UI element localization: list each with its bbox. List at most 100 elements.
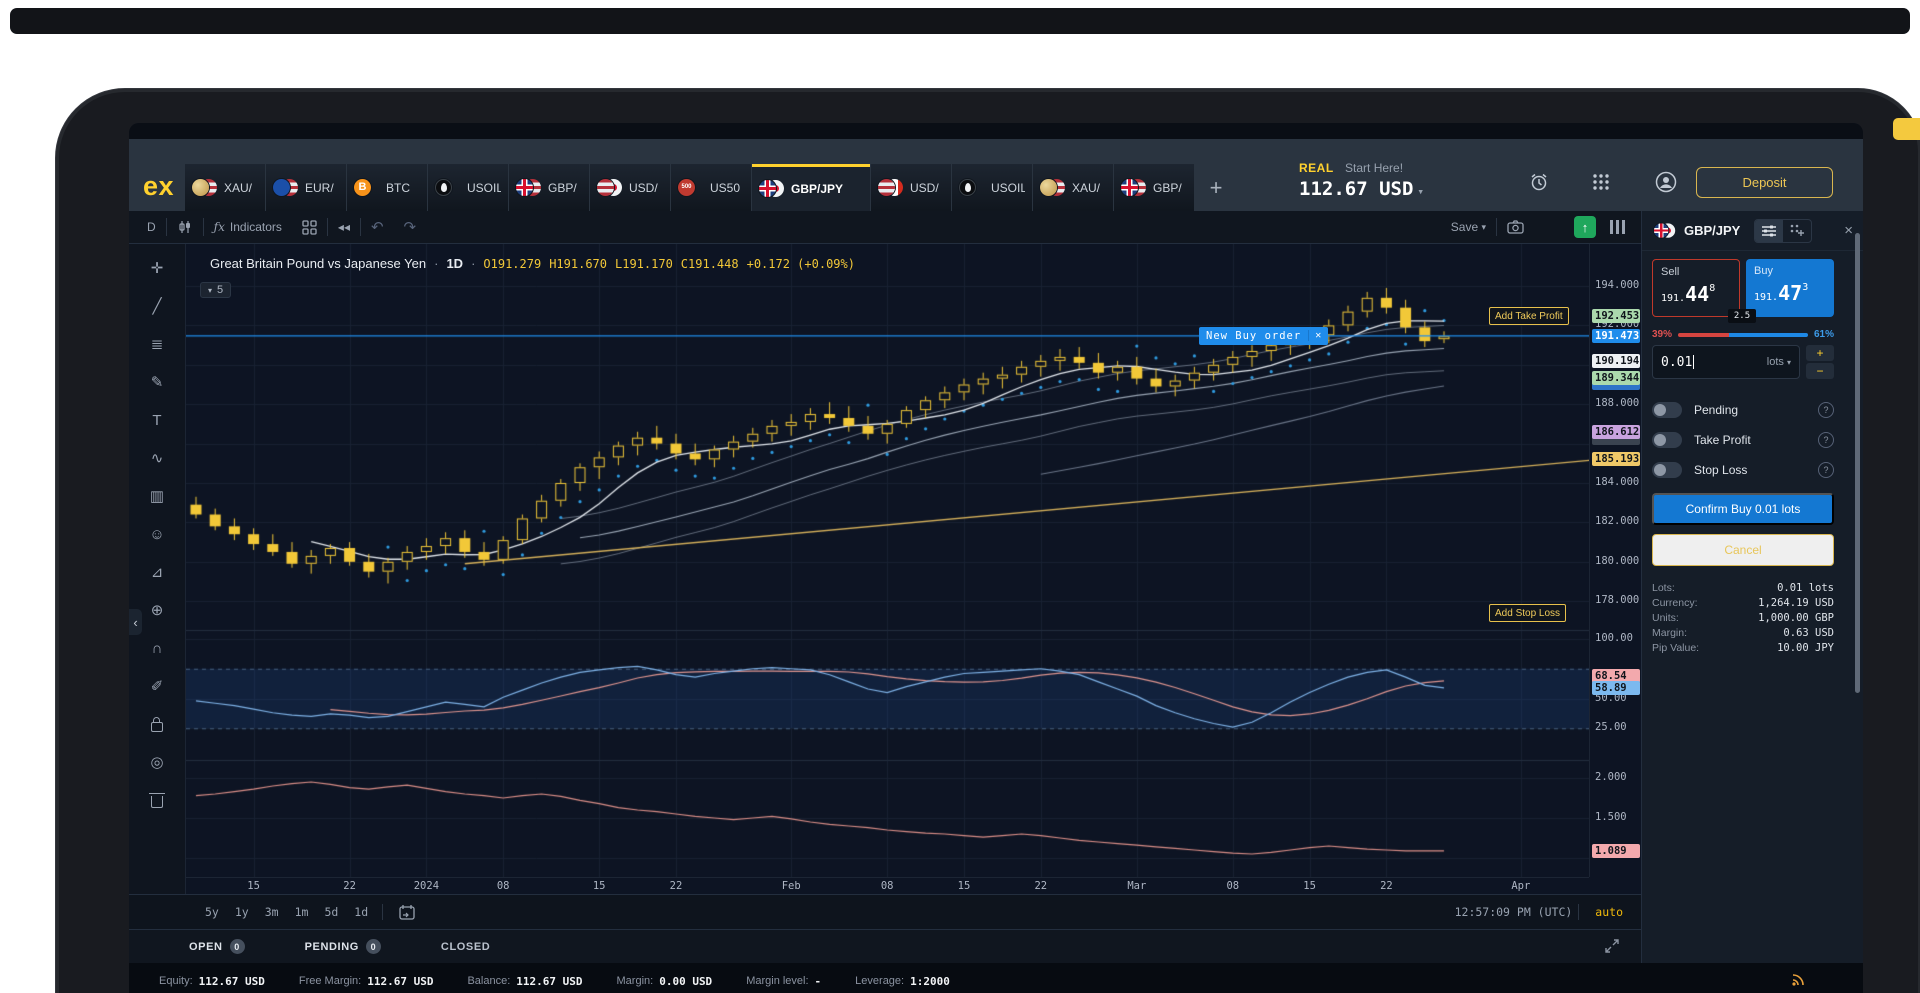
take-profit-toggle[interactable] — [1652, 432, 1682, 448]
status-value: 112.67 USD — [367, 975, 433, 988]
profile-icon[interactable] — [1653, 169, 1679, 195]
hide-icon[interactable]: ◎ — [143, 748, 171, 776]
range-3m[interactable]: 3m — [257, 905, 287, 919]
time-axis[interactable]: 15222024081522Feb081522Mar081522Apr — [186, 877, 1589, 894]
sentiment-row: 39% 61% — [1652, 329, 1834, 340]
volume-input[interactable]: 0.01 lots ▾ — [1652, 345, 1800, 379]
fib-retracement-icon[interactable]: ≣ — [143, 330, 171, 358]
pending-toggle[interactable] — [1652, 402, 1682, 418]
positions-tab-pending[interactable]: PENDING0 — [305, 939, 381, 954]
expand-icon[interactable] — [1605, 939, 1619, 953]
replay-icon[interactable]: ◂◂ — [328, 211, 360, 243]
indicators-button[interactable]: ƒx Indicators — [204, 211, 292, 243]
price-axis-label: 25.00 — [1595, 721, 1627, 733]
text-icon[interactable]: T — [143, 406, 171, 434]
delete-tool-shape — [151, 796, 163, 808]
one-click-trading-icon[interactable] — [1783, 220, 1811, 242]
instrument-tab-USD[interactable]: USD/ — [871, 164, 951, 211]
instrument-tab-XAU[interactable]: XAU/ — [1033, 164, 1113, 211]
crosshair-icon[interactable]: ✛ — [143, 254, 171, 282]
close-panel-icon[interactable]: × — [1844, 222, 1853, 239]
forecast-icon[interactable]: ▥ — [143, 482, 171, 510]
new-buy-order-tag[interactable]: New Buy order ✕ — [1199, 327, 1328, 345]
range-1y[interactable]: 1y — [227, 905, 257, 919]
cancel-button[interactable]: Cancel — [1652, 534, 1834, 566]
order-settings-icon[interactable] — [1755, 220, 1783, 242]
account-selector[interactable]: REAL Start Here! 112.67 USD▾ — [1299, 161, 1424, 200]
range-1d[interactable]: 1d — [346, 905, 376, 919]
delete-icon[interactable] — [143, 786, 171, 814]
buy-button[interactable]: Buy 191.473 — [1746, 259, 1834, 317]
add-take-profit-tag[interactable]: Add Take Profit — [1489, 307, 1569, 325]
tab-label: USOIL — [991, 181, 1025, 195]
magnet-icon[interactable]: ∩ — [143, 634, 171, 662]
auto-scale-label[interactable]: auto — [1595, 905, 1623, 919]
volume-increase-button[interactable]: + — [1806, 345, 1834, 361]
tab-label: GBP/JPY — [791, 182, 843, 196]
instrument-tab-BTC[interactable]: BBTC — [347, 164, 427, 211]
help-icon[interactable]: ? — [1818, 462, 1834, 478]
instrument-tab-GBP[interactable]: GBP/ — [509, 164, 589, 211]
positions-tab-closed[interactable]: CLOSED — [441, 941, 490, 953]
trendline-icon[interactable]: ╱ — [143, 292, 171, 320]
help-icon[interactable]: ? — [1818, 402, 1834, 418]
instrument-tab-GBPJPY[interactable]: GBP/JPY — [752, 164, 870, 211]
deposit-button[interactable]: Deposit — [1696, 167, 1833, 198]
range-1m[interactable]: 1m — [287, 905, 317, 919]
multichart-icon[interactable] — [292, 211, 327, 243]
indicators-collapse-chip[interactable]: ▾ 5 — [200, 282, 231, 298]
instrument-tab-XAU[interactable]: XAU/ — [185, 164, 265, 211]
help-icon[interactable]: ? — [1818, 432, 1834, 448]
ohlc-low: L191.170 — [615, 257, 673, 271]
volume-unit-dropdown[interactable]: lots ▾ — [1767, 356, 1791, 368]
emoji-icon[interactable]: ☺ — [143, 520, 171, 548]
panels-icon[interactable] — [1610, 220, 1625, 234]
order-details: Lots:0.01 lotsCurrency:1,264.19 USDUnits… — [1652, 581, 1834, 656]
timeframe-button[interactable]: D — [137, 211, 166, 243]
add-stop-loss-tag[interactable]: Add Stop Loss — [1489, 604, 1566, 622]
instrument-tab-GBP[interactable]: GBP/ — [1114, 164, 1194, 211]
instrument-tab-USOIL[interactable]: USOIL — [952, 164, 1032, 211]
instrument-tab-USOIL[interactable]: USOIL — [428, 164, 508, 211]
alarm-icon[interactable] — [1526, 169, 1552, 195]
volume-decrease-button[interactable]: − — [1806, 363, 1834, 379]
pattern-icon[interactable]: ∿ — [143, 444, 171, 472]
positions-tabs: OPEN0 PENDING0 CLOSED — [129, 939, 490, 954]
stop-loss-toggle[interactable] — [1652, 462, 1682, 478]
instrument-pair-icon: 500 — [678, 177, 704, 199]
apps-grid-icon[interactable] — [1588, 169, 1614, 195]
sell-button[interactable]: Sell 191.448 — [1652, 259, 1740, 317]
status-free-margin-: Free Margin:112.67 USD — [299, 966, 434, 993]
tab-label: USD/ — [910, 181, 939, 195]
confirm-buy-button[interactable]: Confirm Buy 0.01 lots — [1652, 493, 1834, 525]
text-cursor — [1693, 355, 1694, 369]
brush-icon[interactable]: ✎ — [143, 368, 171, 396]
clock-label[interactable]: 12:57:09 PM (UTC) — [1455, 905, 1573, 919]
sidebar-collapse-arrow[interactable]: ‹ — [129, 609, 142, 635]
instrument-tab-EUR[interactable]: EUR/ — [266, 164, 346, 211]
cropped-ui-fragment — [1893, 118, 1920, 140]
price-axis[interactable]: 194.000192.000188.000184.000182.000180.0… — [1589, 244, 1641, 877]
range-5y[interactable]: 5y — [197, 905, 227, 919]
camera-icon[interactable] — [1497, 220, 1534, 234]
close-icon[interactable]: ✕ — [1308, 330, 1328, 341]
measure-icon[interactable]: ⊿ — [143, 558, 171, 586]
panel-scrollbar[interactable] — [1855, 233, 1860, 693]
undo-icon[interactable]: ↶ — [361, 211, 394, 243]
positions-tab-open[interactable]: OPEN0 — [189, 939, 245, 954]
save-button[interactable]: Save ▾ — [1441, 220, 1496, 234]
new-order-button[interactable]: ↑ — [1574, 216, 1596, 238]
lock-icon[interactable] — [143, 710, 171, 738]
zoom-icon[interactable]: ⊕ — [143, 596, 171, 624]
instrument-tab-US50[interactable]: 500US50 — [671, 164, 751, 211]
instrument-tab-USD[interactable]: USD/ — [590, 164, 670, 211]
chart-plot[interactable]: Great Britain Pound vs Japanese Yen · 1D… — [186, 244, 1589, 877]
goto-date-icon[interactable] — [389, 895, 425, 929]
candles-icon[interactable] — [167, 211, 203, 243]
tab-label: USD/ — [629, 181, 658, 195]
redo-icon[interactable]: ↷ — [394, 211, 427, 243]
add-instrument-button[interactable]: + — [1195, 164, 1237, 211]
range-5d[interactable]: 5d — [316, 905, 346, 919]
draw-icon[interactable]: ✐ — [143, 672, 171, 700]
tab-label: EUR/ — [305, 181, 334, 195]
